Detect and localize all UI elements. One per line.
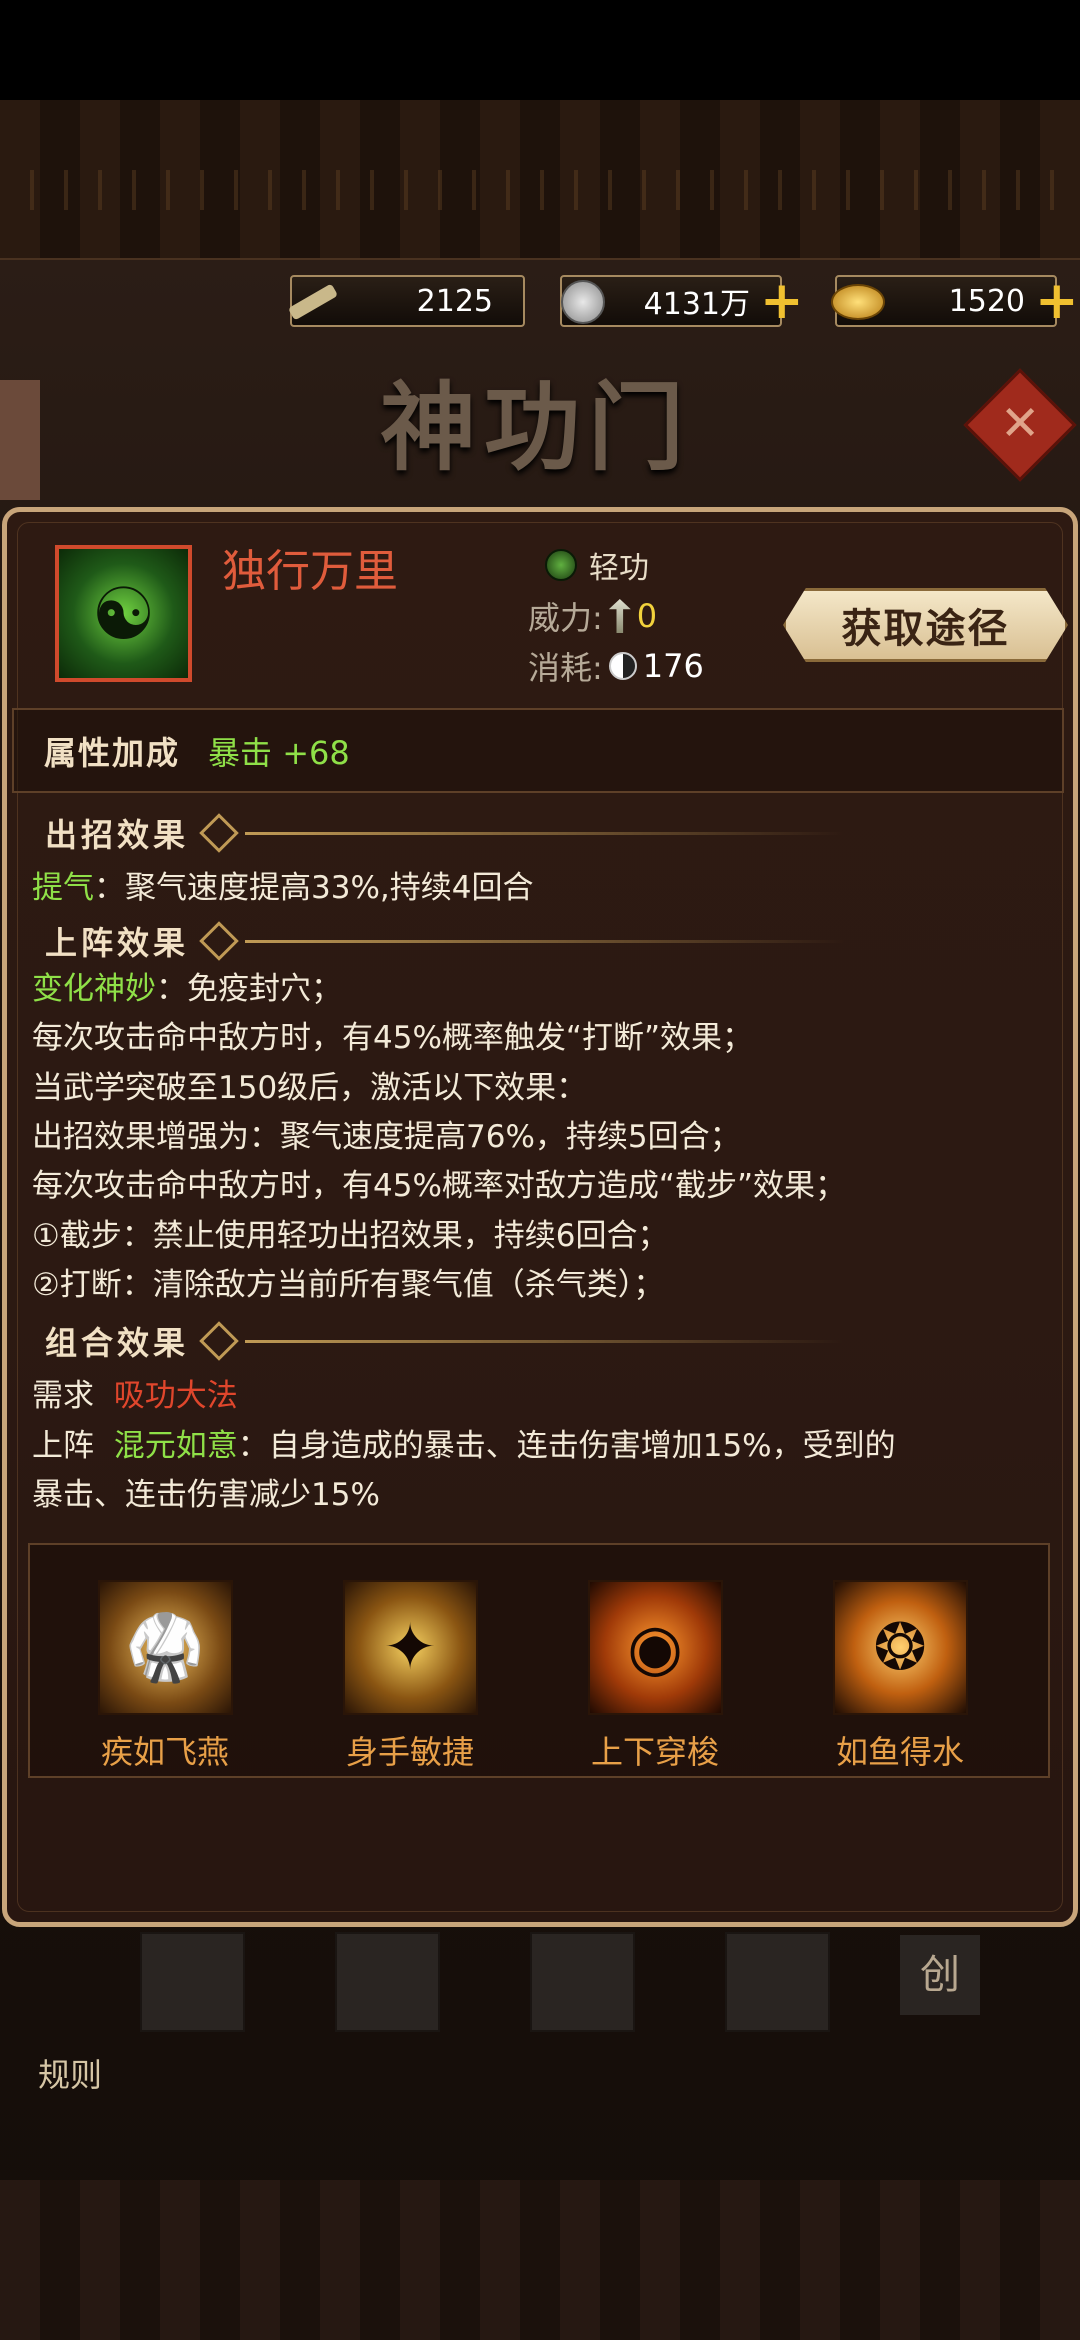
background-pillar [0, 380, 40, 500]
header-decoration [0, 100, 1080, 260]
move-effect-text: 提气：聚气速度提高33%,持续4回合 [32, 870, 534, 906]
acquire-source-button[interactable]: 获取途径 [783, 588, 1068, 662]
scroll-icon [282, 271, 344, 333]
qinggong-type-icon [545, 549, 577, 581]
skill-type: 轻功 [545, 543, 649, 587]
bg-skill-tile [725, 1932, 830, 2032]
diamond-icon [199, 813, 239, 853]
rules-button[interactable]: 规则 [15, 2050, 125, 2096]
combo-requirement: 需求 吸功大法 [32, 1378, 238, 1414]
silver-coin-icon [552, 271, 614, 333]
skill-icon: ☯ [55, 545, 192, 682]
diamond-icon [199, 921, 239, 961]
water-pose-icon: ❂ [832, 1580, 968, 1715]
combo-skill-item[interactable]: ❂ 如鱼得水 [830, 1580, 970, 1773]
gold-currency: 1520 + [831, 275, 1079, 327]
agile-pose-icon: ✦ [342, 1580, 478, 1715]
page-title: 神功门 [380, 371, 692, 484]
deploy-effect-line: ②打断：清除敌方当前所有聚气值（杀气类）； [32, 1267, 665, 1303]
power-label: 威力: [528, 599, 603, 637]
combo-skill-item[interactable]: ◉ 上下穿梭 [585, 1580, 725, 1773]
scroll-value: 2125 [416, 283, 493, 319]
combo-skill-item[interactable]: 🥋 疾如飞燕 [95, 1580, 235, 1773]
attribute-value: 暴击 +68 [208, 733, 350, 772]
attribute-title: 属性加成 [44, 733, 181, 772]
bg-skill-tile [335, 1932, 440, 2032]
power-value: 0 [636, 597, 658, 635]
combo-deploy-line: 上阵 混元如意：自身造成的暴击、连击伤害增加15%，受到的 [32, 1428, 896, 1464]
add-gold-button[interactable]: + [1035, 275, 1079, 327]
silver-currency: 4131万 + [560, 275, 804, 327]
yin-yang-icon [608, 652, 637, 680]
combo-effect-heading: 组合效果 [45, 1318, 846, 1364]
deploy-effect-line: ①截步：禁止使用轻功出招效果，持续6回合； [32, 1218, 669, 1254]
kick-pose-icon: 🥋 [97, 1580, 233, 1715]
cost-value: 176 [642, 647, 704, 685]
scroll-currency: 2125 [287, 275, 525, 327]
deploy-effect-heading: 上阵效果 [45, 918, 846, 964]
power-stat: 威力: 0 [528, 593, 657, 639]
add-silver-button[interactable]: + [760, 275, 804, 327]
create-badge: 创 [900, 1935, 980, 2015]
deploy-effect-line: 变化神妙：免疫封穴； [32, 971, 342, 1007]
move-effect-heading: 出招效果 [45, 810, 846, 856]
cost-stat: 消耗: 176 [528, 643, 704, 689]
footer-decoration [0, 2180, 1080, 2340]
deploy-effect-line: 当武学突破至150级后，激活以下效果： [32, 1070, 588, 1106]
silver-value: 4131万 [643, 287, 750, 322]
skill-name: 独行万里 [222, 546, 398, 597]
stance-pose-icon: ◉ [587, 1580, 723, 1715]
bg-skill-tile [530, 1932, 635, 2032]
bg-skill-tile [140, 1932, 245, 2032]
gold-value: 1520 [948, 283, 1025, 319]
deploy-effect-line: 出招效果增强为：聚气速度提高76%，持续5回合； [32, 1119, 741, 1155]
diamond-icon [199, 1321, 239, 1361]
combo-skill-item[interactable]: ✦ 身手敏捷 [340, 1580, 480, 1773]
deploy-effect-line: 每次攻击命中敌方时，有45%概率对敌方造成“截步”效果； [32, 1168, 847, 1204]
attribute-bonus-box: 属性加成 暴击 +68 [12, 708, 1064, 793]
sword-icon [608, 599, 631, 633]
skill-type-label: 轻功 [589, 551, 649, 586]
combo-deploy-line: 暴击、连击伤害减少15% [32, 1477, 380, 1513]
cost-label: 消耗: [528, 649, 603, 687]
gold-ingot-icon [827, 271, 889, 333]
deploy-effect-line: 每次攻击命中敌方时，有45%概率触发“打断”效果； [32, 1020, 754, 1056]
status-bar-area [0, 0, 1080, 100]
